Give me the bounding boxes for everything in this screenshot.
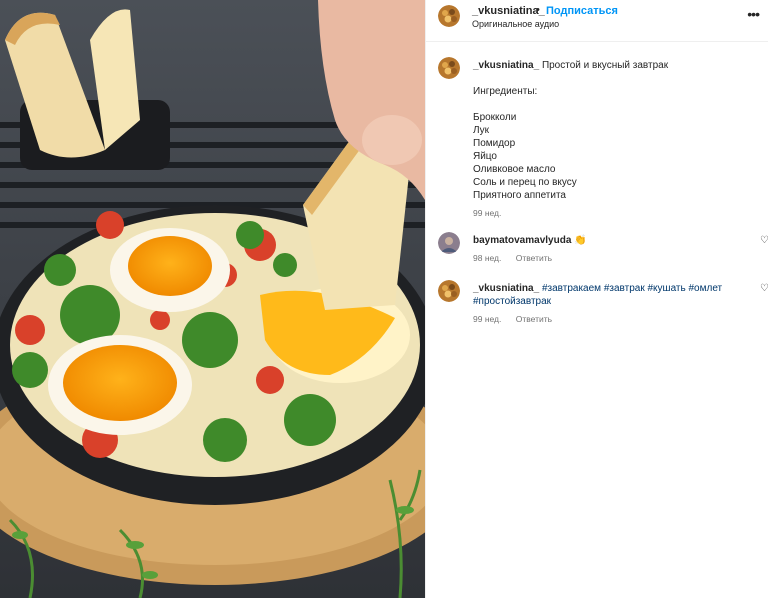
reply-button[interactable]: Ответить bbox=[516, 253, 552, 263]
caption-meta: 99 нед. bbox=[473, 207, 758, 220]
heart-icon[interactable]: ♡ bbox=[760, 235, 768, 246]
hashtag-link[interactable]: #омлет bbox=[688, 283, 722, 294]
ingredient-item: Соль и перец по вкусу bbox=[473, 177, 577, 188]
ingredient-item: Яйцо bbox=[473, 151, 497, 162]
hashtag-link[interactable]: #кушать bbox=[648, 283, 686, 294]
avatar[interactable] bbox=[438, 280, 460, 302]
follow-button[interactable]: Подписаться bbox=[546, 5, 618, 17]
caption-username[interactable]: _vkusniatina_ bbox=[473, 60, 539, 71]
comment-username[interactable]: _vkusniatina_ bbox=[473, 283, 539, 294]
audio-link[interactable]: Оригинальное аудио bbox=[472, 19, 559, 29]
comment-meta: 98 нед. Ответить bbox=[473, 252, 758, 265]
comment-time[interactable]: 98 нед. bbox=[473, 253, 501, 263]
avatar[interactable] bbox=[438, 57, 460, 79]
post-side-panel: _vkusniatina_ • Подписаться Оригинальное… bbox=[425, 0, 768, 598]
comment-body: _vkusniatina_ #завтракаем #завтрак #куша… bbox=[473, 282, 758, 326]
ingredient-item: Лук bbox=[473, 125, 490, 136]
more-horizontal-icon[interactable]: ••• bbox=[747, 6, 760, 22]
comment-body: baymatovamavlyuda 👏 98 нед. Ответить bbox=[473, 234, 758, 265]
hashtag-link[interactable]: #простойзавтрак bbox=[473, 296, 551, 307]
separator-dot: • bbox=[536, 4, 540, 16]
caption-time[interactable]: 99 нед. bbox=[473, 208, 501, 218]
caption-title: Простой и вкусный завтрак bbox=[541, 60, 669, 71]
reply-button[interactable]: Ответить bbox=[516, 314, 552, 324]
caption-text: _vkusniatina_ Простой и вкусный завтрак … bbox=[473, 59, 758, 220]
food-photo bbox=[0, 0, 425, 598]
hashtag-link[interactable]: #завтракаем bbox=[542, 283, 601, 294]
post-username[interactable]: _vkusniatina_ bbox=[472, 5, 545, 17]
hashtag-link[interactable]: #завтрак bbox=[604, 283, 645, 294]
ingredient-item: Помидор bbox=[473, 138, 516, 149]
post-header: _vkusniatina_ • Подписаться Оригинальное… bbox=[426, 0, 768, 42]
heart-icon[interactable]: ♡ bbox=[760, 283, 768, 294]
ingredient-item: Оливковое масло bbox=[473, 164, 556, 175]
comment-meta: 99 нед. Ответить bbox=[473, 313, 758, 326]
comment-text: 👏 bbox=[574, 235, 587, 246]
post-media[interactable] bbox=[0, 0, 425, 598]
ingredient-item: Приятного аппетита bbox=[473, 190, 566, 201]
avatar[interactable] bbox=[438, 232, 460, 254]
comment-time[interactable]: 99 нед. bbox=[473, 314, 501, 324]
comment-username[interactable]: baymatovamavlyuda bbox=[473, 235, 571, 246]
ingredients-header: Ингредиенты: bbox=[473, 86, 538, 97]
avatar[interactable] bbox=[438, 5, 460, 27]
ingredient-item: Брокколи bbox=[473, 112, 517, 123]
